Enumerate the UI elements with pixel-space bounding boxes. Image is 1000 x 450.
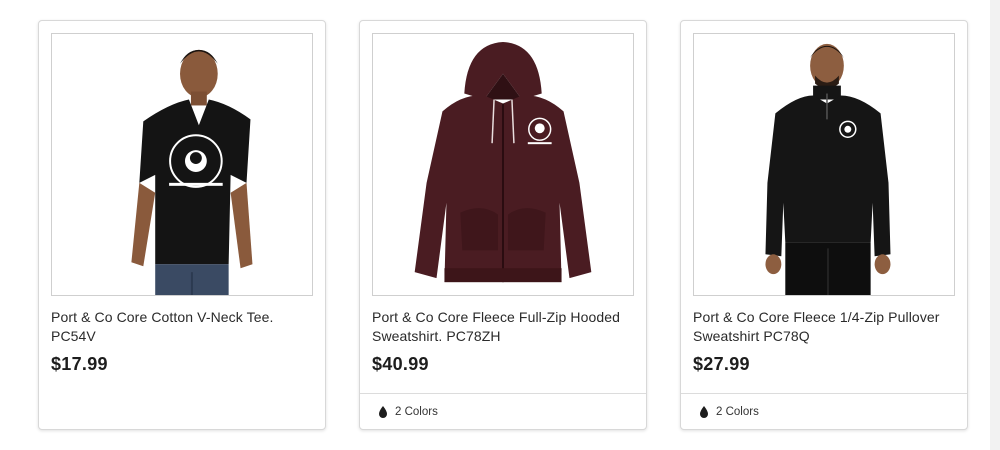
tee-photo — [52, 34, 312, 295]
product-price: $40.99 — [372, 354, 429, 374]
product-image[interactable] — [372, 33, 634, 296]
product-card[interactable]: Port & Co Core Fleece Full-Zip Hooded Sw… — [359, 20, 647, 430]
product-price: $27.99 — [693, 354, 750, 374]
product-title[interactable]: Port & Co Core Fleece Full-Zip Hooded Sw… — [372, 308, 634, 346]
color-count: 2 Colors — [716, 405, 759, 418]
product-grid: Port & Co Core Cotton V-Neck Tee. PC54V … — [0, 0, 1000, 450]
color-count: 2 Colors — [395, 405, 438, 418]
color-drop-icon — [379, 405, 387, 418]
product-image[interactable] — [693, 33, 955, 296]
product-title[interactable]: Port & Co Core Fleece 1/4-Zip Pullover S… — [693, 308, 955, 346]
hoodie-photo — [373, 34, 633, 295]
color-count-footer[interactable]: 2 Colors — [360, 393, 646, 429]
product-card[interactable]: Port & Co Core Cotton V-Neck Tee. PC54V … — [38, 20, 326, 430]
product-image[interactable] — [51, 33, 313, 296]
color-count-footer[interactable]: 2 Colors — [681, 393, 967, 429]
pullover-photo — [694, 34, 954, 295]
product-price: $17.99 — [51, 354, 108, 374]
page-edge — [990, 0, 1000, 450]
product-card[interactable]: Port & Co Core Fleece 1/4-Zip Pullover S… — [680, 20, 968, 430]
product-title[interactable]: Port & Co Core Cotton V-Neck Tee. PC54V — [51, 308, 313, 346]
color-drop-icon — [700, 405, 708, 418]
